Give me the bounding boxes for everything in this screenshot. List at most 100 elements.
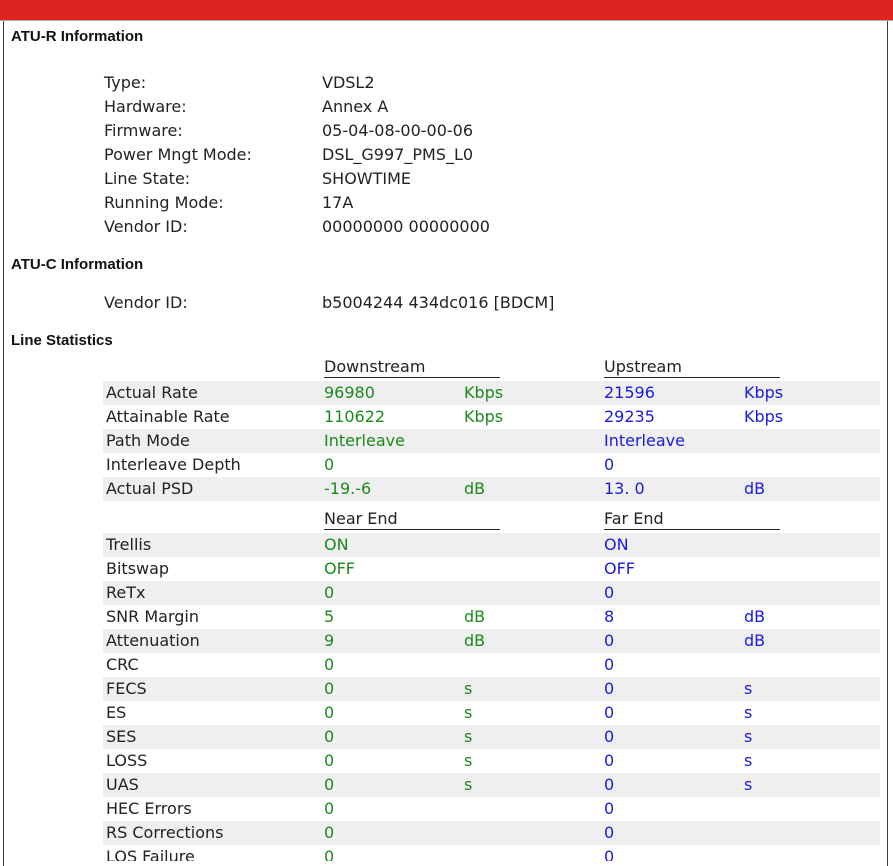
stats-row-trellis: Trellis ON ON xyxy=(103,533,880,557)
upstream-value: 29235 xyxy=(604,407,655,426)
stat-label: ES xyxy=(106,703,127,722)
atur-label: Line State: xyxy=(104,169,191,188)
near-end-unit: s xyxy=(464,679,473,698)
stat-label: RS Corrections xyxy=(106,823,224,842)
near-end-value: OFF xyxy=(324,559,355,578)
upstream-header: Upstream xyxy=(604,357,780,378)
atur-value: Annex A xyxy=(322,97,389,116)
near-end-value: 0 xyxy=(324,799,335,818)
atur-row-type: Type: VDSL2 xyxy=(0,71,893,95)
stats-header-end: Near End Far End xyxy=(103,509,880,533)
stats-row-attenuation: Attenuation 9 dB 0 dB xyxy=(103,629,880,653)
atur-section-title: ATU-R Information xyxy=(11,28,144,45)
far-end-value: 8 xyxy=(604,607,615,626)
upstream-unit: Kbps xyxy=(744,383,784,402)
stat-label: Bitswap xyxy=(106,559,170,578)
stats-row-snr-margin: SNR Margin 5 dB 8 dB xyxy=(103,605,880,629)
atur-label: Vendor ID: xyxy=(104,217,188,236)
stat-label: HEC Errors xyxy=(106,799,192,818)
near-end-value: 0 xyxy=(324,727,335,746)
stat-label: Actual Rate xyxy=(106,383,198,402)
downstream-unit: Kbps xyxy=(464,407,504,426)
atur-value: SHOWTIME xyxy=(322,169,412,188)
line-stats-section-title: Line Statistics xyxy=(11,332,113,349)
stat-label: Attainable Rate xyxy=(106,407,230,426)
downstream-value: 96980 xyxy=(324,383,375,402)
stat-label: Interleave Depth xyxy=(106,455,241,474)
far-end-value: 0 xyxy=(604,727,615,746)
upstream-value: 13. 0 xyxy=(604,479,645,498)
upstream-value: 0 xyxy=(604,455,615,474)
far-end-value: 0 xyxy=(604,631,615,650)
downstream-value: Interleave xyxy=(324,431,405,450)
far-end-unit: s xyxy=(744,703,753,722)
far-end-value: OFF xyxy=(604,559,635,578)
far-end-value: 0 xyxy=(604,703,615,722)
near-end-unit: s xyxy=(464,727,473,746)
downstream-header: Downstream xyxy=(324,357,500,378)
far-end-unit: s xyxy=(744,775,753,794)
atur-value: 00000000 00000000 xyxy=(322,217,490,236)
top-banner xyxy=(0,0,893,21)
atuc-section-title: ATU-C Information xyxy=(11,256,144,273)
far-end-value: 0 xyxy=(604,679,615,698)
stats-row-retx: ReTx 0 0 xyxy=(103,581,880,605)
near-end-value: 0 xyxy=(324,823,335,842)
upstream-value: 21596 xyxy=(604,383,655,402)
near-end-value: 0 xyxy=(324,583,335,602)
stat-label: FECS xyxy=(106,679,147,698)
atur-row-firmware: Firmware: 05-04-08-00-00-06 xyxy=(0,119,893,143)
far-end-unit: s xyxy=(744,727,753,746)
atur-label: Hardware: xyxy=(104,97,187,116)
stat-label: Trellis xyxy=(106,535,152,554)
atuc-value: b5004244 434dc016 [BDCM] xyxy=(322,293,555,312)
far-end-value: 0 xyxy=(604,799,615,818)
stats-row-los-failure: LOS Failure 0 0 xyxy=(103,845,880,861)
stats-row-actual-rate: Actual Rate 96980 Kbps 21596 Kbps xyxy=(103,381,880,405)
atur-value: VDSL2 xyxy=(322,73,375,92)
downstream-value: 110622 xyxy=(324,407,386,426)
stats-row-ses: SES 0 s 0 s xyxy=(103,725,880,749)
near-end-unit: s xyxy=(464,775,473,794)
near-end-unit: s xyxy=(464,703,473,722)
stats-row-loss: LOSS 0 s 0 s xyxy=(103,749,880,773)
stat-label: Actual PSD xyxy=(106,479,194,498)
atur-label: Power Mngt Mode: xyxy=(104,145,252,164)
stats-row-rs-corrections: RS Corrections 0 0 xyxy=(103,821,880,845)
stat-label: Path Mode xyxy=(106,431,190,450)
near-end-value: 5 xyxy=(324,607,335,626)
downstream-unit: Kbps xyxy=(464,383,504,402)
near-end-header: Near End xyxy=(324,509,500,530)
far-end-value: 0 xyxy=(604,583,615,602)
near-end-value: 0 xyxy=(324,655,335,674)
atur-value: 17A xyxy=(322,193,354,212)
stats-row-uas: UAS 0 s 0 s xyxy=(103,773,880,797)
atur-row-running-mode: Running Mode: 17A xyxy=(0,191,893,215)
downstream-value: -19.-6 xyxy=(324,479,372,498)
stats-row-interleave-depth: Interleave Depth 0 0 xyxy=(103,453,880,477)
far-end-value: 0 xyxy=(604,775,615,794)
far-end-value: 0 xyxy=(604,823,615,842)
near-end-value: 9 xyxy=(324,631,335,650)
stats-row-es: ES 0 s 0 s xyxy=(103,701,880,725)
far-end-unit: s xyxy=(744,751,753,770)
atuc-row-vendor-id: Vendor ID: b5004244 434dc016 [BDCM] xyxy=(0,291,893,315)
upstream-unit: dB xyxy=(744,479,766,498)
stats-row-bitswap: Bitswap OFF OFF xyxy=(103,557,880,581)
near-end-unit: dB xyxy=(464,631,486,650)
stats-row-crc: CRC 0 0 xyxy=(103,653,880,677)
atur-label: Firmware: xyxy=(104,121,183,140)
far-end-value: 0 xyxy=(604,847,615,861)
upstream-value: Interleave xyxy=(604,431,685,450)
far-end-header: Far End xyxy=(604,509,780,530)
near-end-unit: s xyxy=(464,751,473,770)
near-end-value: 0 xyxy=(324,751,335,770)
near-end-unit: dB xyxy=(464,607,486,626)
atur-value: DSL_G997_PMS_L0 xyxy=(322,145,474,164)
near-end-value: 0 xyxy=(324,775,335,794)
stats-row-attainable-rate: Attainable Rate 110622 Kbps 29235 Kbps xyxy=(103,405,880,429)
stat-label: ReTx xyxy=(106,583,146,602)
stats-row-path-mode: Path Mode Interleave Interleave xyxy=(103,429,880,453)
atur-label: Running Mode: xyxy=(104,193,224,212)
stats-row-actual-psd: Actual PSD -19.-6 dB 13. 0 dB xyxy=(103,477,880,501)
